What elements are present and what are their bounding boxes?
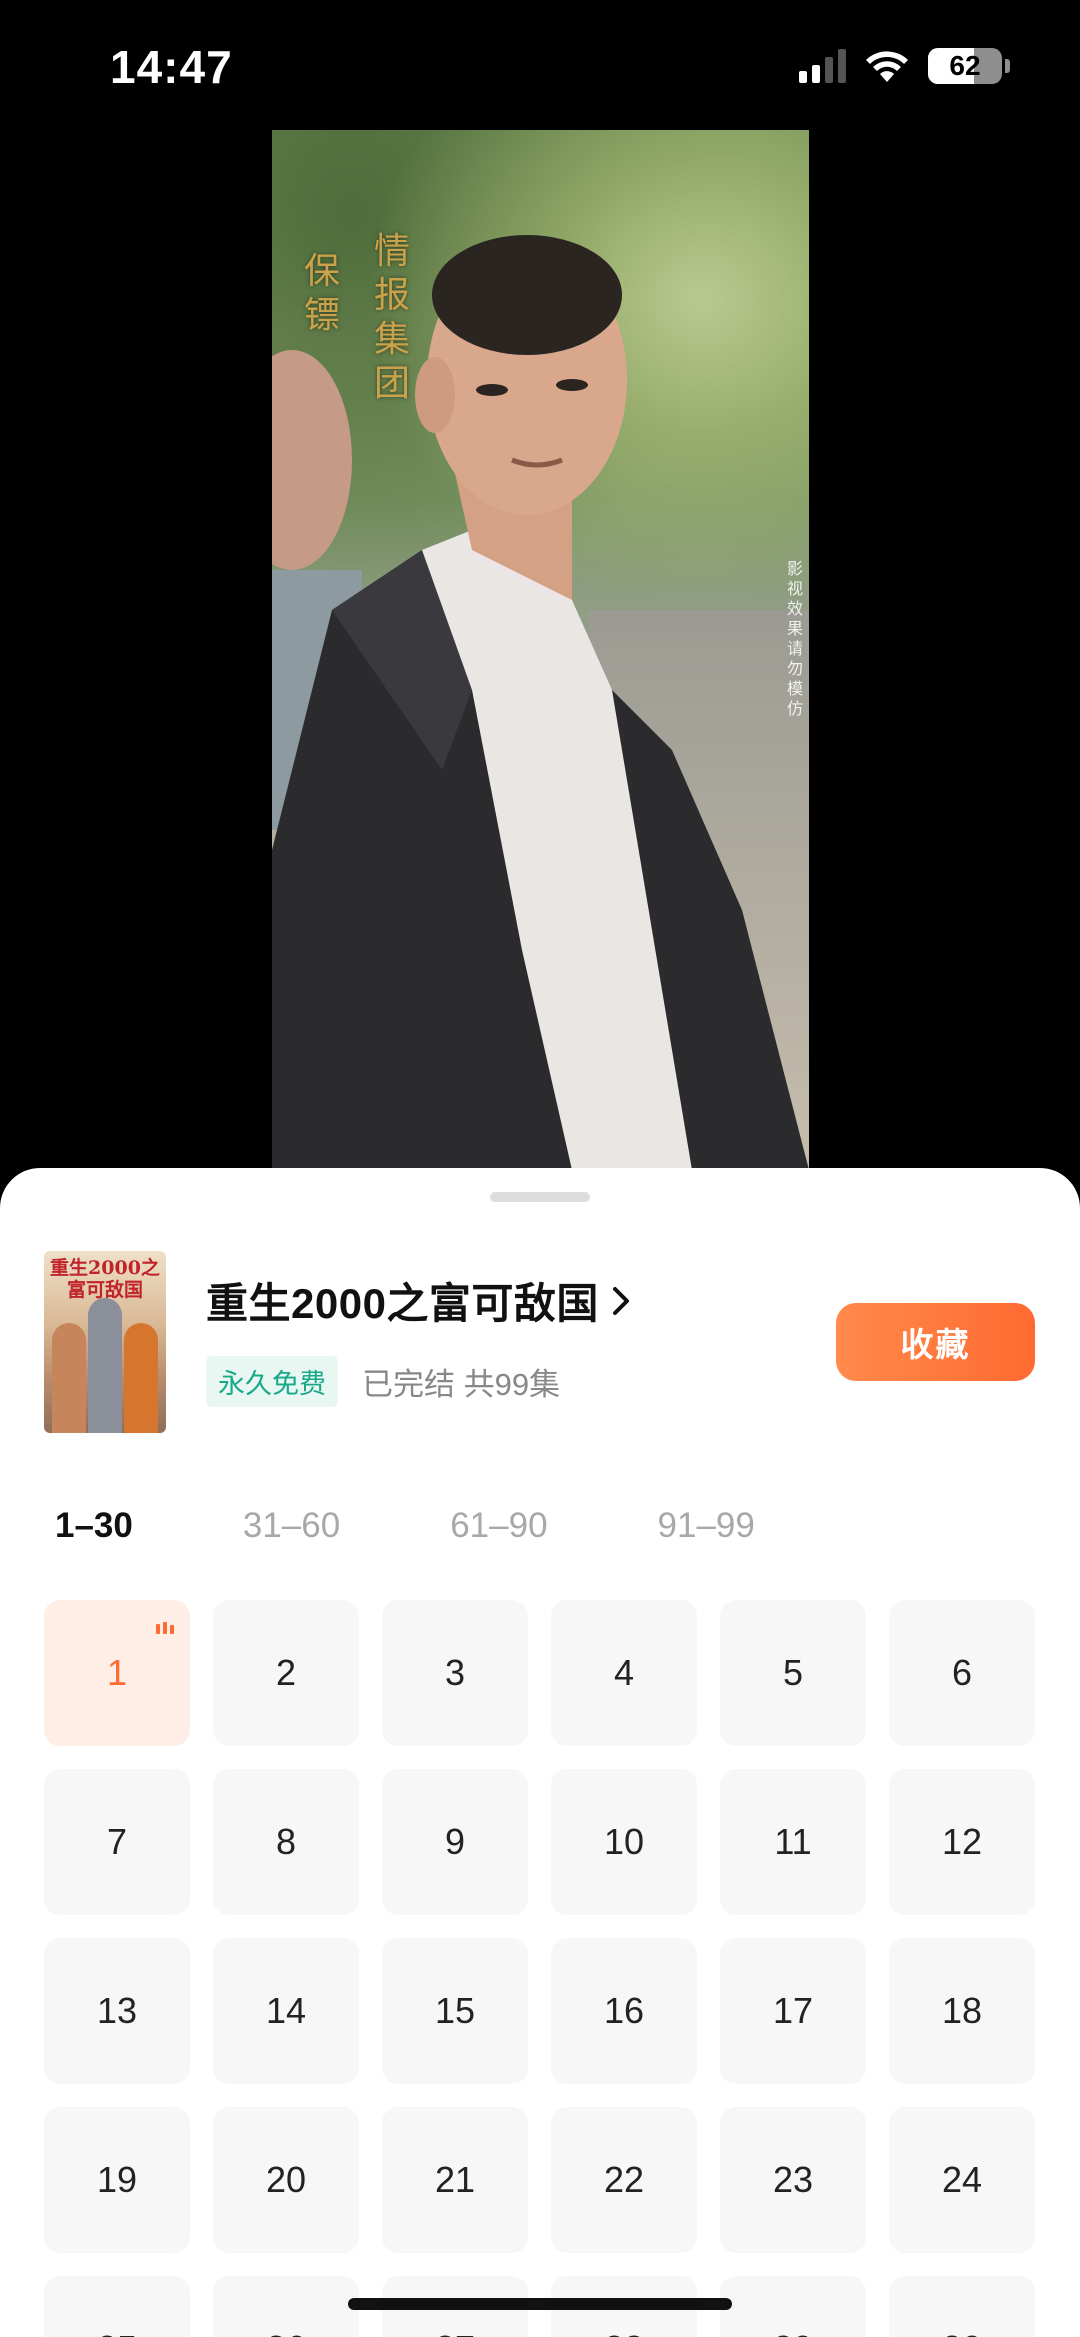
episode-number: 7 — [106, 1821, 128, 1862]
drama-title: 重生2000之富可敌国 — [206, 1280, 599, 1327]
battery-icon: 62 — [928, 48, 1002, 84]
episode-button[interactable]: 1 — [44, 1600, 190, 1746]
episode-button[interactable]: 24 — [889, 2107, 1035, 2253]
episode-button[interactable]: 23 — [720, 2107, 866, 2253]
episode-number: 3 — [444, 1652, 466, 1693]
video-overlay-title-col1: 保镖 — [303, 251, 340, 336]
drama-cover-text: 重生2000之富可敌国 — [50, 1257, 160, 1301]
video-frame-image — [272, 235, 809, 1170]
drama-status: 已完结 共99集 — [362, 1367, 561, 1402]
free-badge: 永久免费 — [206, 1356, 338, 1407]
sheet-grabber[interactable] — [490, 1192, 590, 1202]
episode-number: 20 — [265, 2159, 307, 2200]
episode-number: 5 — [782, 1652, 804, 1693]
episode-number: 8 — [275, 1821, 297, 1862]
episode-number: 18 — [941, 1990, 983, 2031]
episode-button[interactable]: 26 — [213, 2276, 359, 2337]
episode-number: 12 — [941, 1821, 983, 1862]
chevron-right-icon — [609, 1284, 633, 1318]
status-icons: 62 — [799, 48, 1010, 84]
episode-number: 14 — [265, 1990, 307, 2031]
episode-button[interactable]: 7 — [44, 1769, 190, 1915]
episode-number: 17 — [772, 1990, 814, 2031]
episode-button[interactable]: 4 — [551, 1600, 697, 1746]
episode-number: 9 — [444, 1821, 466, 1862]
episode-button[interactable]: 11 — [720, 1769, 866, 1915]
episode-number: 10 — [603, 1821, 645, 1862]
episode-button[interactable]: 8 — [213, 1769, 359, 1915]
episode-number: 24 — [941, 2159, 983, 2200]
episode-button[interactable]: 5 — [720, 1600, 866, 1746]
episode-button[interactable]: 17 — [720, 1938, 866, 2084]
episode-button[interactable]: 20 — [213, 2107, 359, 2253]
video-side-watermark: 影视效果请勿模仿 — [786, 561, 803, 718]
episode-button[interactable]: 25 — [44, 2276, 190, 2337]
cellular-signal-icon — [799, 49, 846, 83]
episode-button[interactable]: 3 — [382, 1600, 528, 1746]
episode-number: 30 — [942, 2328, 982, 2337]
episode-button[interactable]: 16 — [551, 1938, 697, 2084]
episode-number: 16 — [603, 1990, 645, 2031]
episode-number: 23 — [772, 2159, 814, 2200]
episode-number: 1 — [106, 1652, 128, 1693]
episode-button[interactable]: 9 — [382, 1769, 528, 1915]
now-playing-icon — [156, 1622, 174, 1634]
status-time: 14:47 — [110, 41, 233, 93]
wifi-icon — [864, 48, 910, 84]
episode-button[interactable]: 21 — [382, 2107, 528, 2253]
episode-button[interactable]: 22 — [551, 2107, 697, 2253]
status-bar: 14:47 62 — [0, 0, 1080, 130]
episode-range-tabs: 1–30 31–60 61–90 91–99 — [55, 1506, 865, 1546]
episode-number: 2 — [275, 1652, 297, 1693]
drama-cover[interactable]: 重生2000之富可敌国 — [44, 1251, 166, 1433]
battery-percent: 62 — [949, 50, 981, 81]
episode-button[interactable]: 6 — [889, 1600, 1035, 1746]
episode-button[interactable]: 18 — [889, 1938, 1035, 2084]
episode-number: 27 — [435, 2328, 475, 2337]
episode-number: 21 — [434, 2159, 476, 2200]
drama-title-link[interactable]: 重生2000之富可敌国 — [206, 1270, 633, 1331]
episode-number: 22 — [603, 2159, 645, 2200]
drama-meta: 永久免费 已完结 共99集 — [206, 1356, 560, 1407]
episode-button[interactable]: 15 — [382, 1938, 528, 2084]
episode-button[interactable]: 29 — [720, 2276, 866, 2337]
episode-number: 26 — [266, 2328, 306, 2337]
episode-number: 19 — [96, 2159, 138, 2200]
home-indicator[interactable] — [348, 2298, 732, 2310]
tab-range[interactable]: 31–60 — [243, 1506, 340, 1546]
episode-grid: 1234567891011121314151617181920212223242… — [44, 1600, 1036, 2337]
episode-button[interactable]: 13 — [44, 1938, 190, 2084]
episode-number: 29 — [773, 2328, 813, 2337]
episode-sheet: 重生2000之富可敌国 重生2000之富可敌国 永久免费 已完结 共99集 收藏… — [0, 1168, 1080, 2337]
episode-number: 28 — [604, 2328, 644, 2337]
episode-button[interactable]: 30 — [889, 2276, 1035, 2337]
episode-number: 15 — [434, 1990, 476, 2031]
episode-number: 13 — [96, 1990, 138, 2031]
episode-button[interactable]: 14 — [213, 1938, 359, 2084]
video-player[interactable]: 保镖 情报集团 影视效果请勿模仿 — [272, 130, 809, 1170]
favorite-button[interactable]: 收藏 — [836, 1303, 1035, 1381]
tab-range[interactable]: 61–90 — [450, 1506, 547, 1546]
episode-number: 25 — [97, 2328, 137, 2337]
episode-number: 4 — [613, 1652, 635, 1693]
episode-number: 6 — [951, 1652, 973, 1693]
episode-number: 11 — [774, 1821, 812, 1862]
episode-button[interactable]: 12 — [889, 1769, 1035, 1915]
tab-range[interactable]: 1–30 — [55, 1506, 133, 1546]
episode-button[interactable]: 10 — [551, 1769, 697, 1915]
episode-button[interactable]: 2 — [213, 1600, 359, 1746]
tab-range[interactable]: 91–99 — [658, 1506, 755, 1546]
video-overlay-title-col2: 情报集团 — [373, 231, 410, 404]
episode-button[interactable]: 19 — [44, 2107, 190, 2253]
